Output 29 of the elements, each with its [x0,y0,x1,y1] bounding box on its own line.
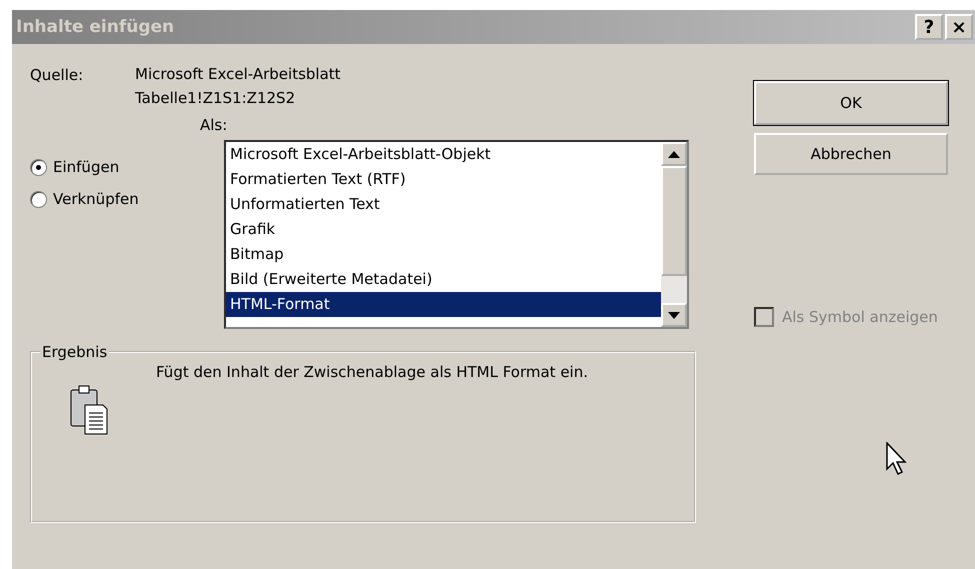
list-item[interactable]: Grafik [226,217,661,242]
source-label: Quelle: [30,66,84,86]
list-item[interactable]: Bild (Erweiterte Metadatei) [226,267,661,292]
scroll-down-button[interactable] [661,303,687,327]
result-description: Fügt den Inhalt der Zwischenablage als HTML Format ein. [156,362,589,383]
mouse-pointer-icon [886,442,908,476]
down-arrow-icon [668,312,680,318]
source-text: Microsoft Excel-Arbeitsblatt [135,64,341,85]
scroll-up-button[interactable] [661,142,687,166]
list-item[interactable]: HTML-Format [226,292,661,317]
list-item[interactable]: Formatierten Text (RTF) [226,167,661,192]
help-button[interactable]: ? [915,14,943,40]
radio-option[interactable]: Einfügen [30,158,120,176]
close-button[interactable]: × [945,14,973,40]
clipboard-icon [70,385,108,435]
checkbox-icon [754,307,774,327]
group-title: Ergebnis [41,343,108,361]
source-text: Tabelle1!Z1S1:Z12S2 [135,88,296,109]
as-label: Als: [200,116,228,134]
ok-button[interactable]: OK [754,81,948,125]
list-item[interactable]: Unformatierten Text [226,192,661,217]
scrollbar[interactable] [661,142,687,327]
up-arrow-icon [668,150,680,158]
list-item[interactable]: Microsoft Excel-Arbeitsblatt-Objekt [226,142,661,167]
scroll-thumb[interactable] [661,166,687,276]
cancel-button[interactable]: Abbrechen [754,133,948,175]
window-title: Inhalte einfügen [16,17,174,37]
radio-option[interactable]: Verknüpfen [30,190,139,208]
list-item[interactable]: Bitmap [226,242,661,267]
